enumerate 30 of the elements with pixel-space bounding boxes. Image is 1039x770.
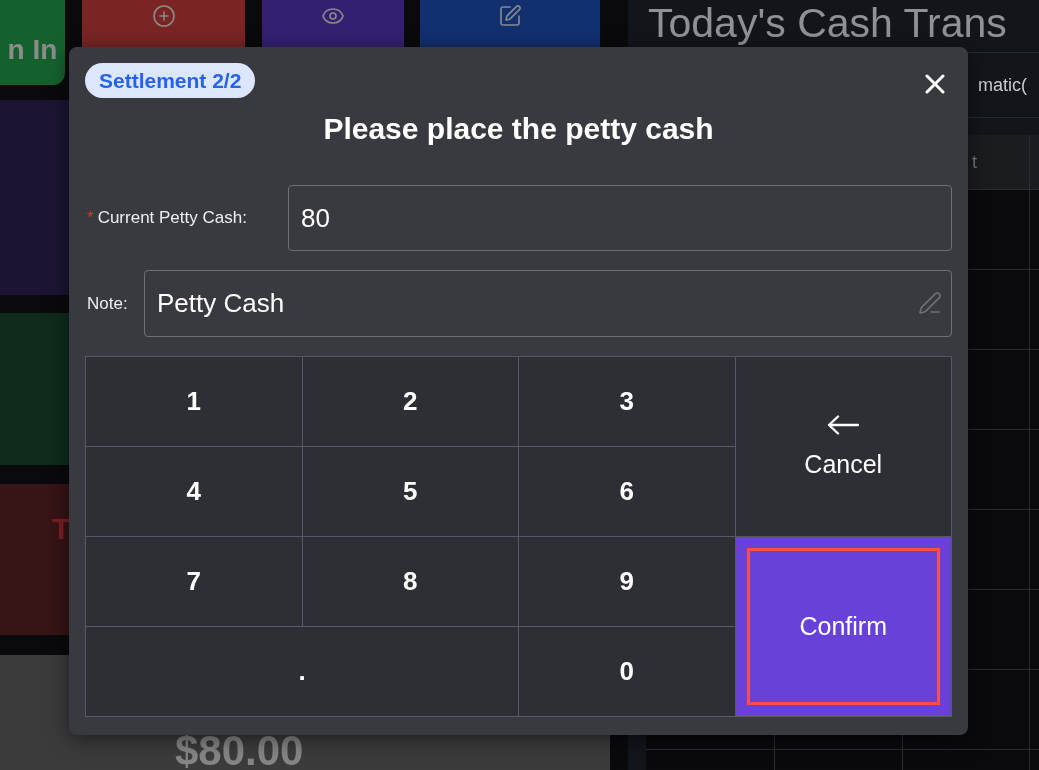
dialog-title: Please place the petty cash xyxy=(322,111,715,147)
keypad-key[interactable]: 0 xyxy=(519,627,735,716)
arrow-left-icon xyxy=(827,414,860,435)
input-field[interactable]: Petty Cash xyxy=(144,270,952,337)
step-badge: Settlement 2/2 xyxy=(85,63,256,98)
keypad-key[interactable]: 7 xyxy=(86,537,302,626)
keypad-key[interactable]: 1 xyxy=(86,357,302,446)
keypad-key[interactable]: 6 xyxy=(519,447,735,536)
pencil-icon[interactable] xyxy=(918,291,942,315)
keypad-key[interactable]: 2 xyxy=(302,357,518,446)
card-label: T xyxy=(52,512,71,546)
close-icon xyxy=(925,74,945,94)
keypad-key[interactable]: 3 xyxy=(519,357,735,446)
pencil-square-icon xyxy=(498,4,522,28)
table-header-cell-text: t xyxy=(972,150,977,174)
field-label: * Current Petty Cash: xyxy=(86,207,248,230)
filter-text: matic( xyxy=(978,73,1027,97)
plus-circle-icon xyxy=(151,4,176,28)
keypad-key[interactable]: 5 xyxy=(302,447,518,536)
input-field[interactable]: 80 xyxy=(288,185,952,251)
balance-amount: $80.00 xyxy=(175,733,304,769)
keypad-key[interactable]: . xyxy=(86,627,518,716)
panel-title: Today's Cash Trans xyxy=(647,0,1008,46)
field-label: Note: xyxy=(86,292,129,315)
keypad-key[interactable]: 8 xyxy=(302,537,518,626)
confirm-button[interactable]: Confirm xyxy=(735,537,951,716)
close-button[interactable] xyxy=(925,74,945,94)
keypad-key[interactable]: 4 xyxy=(86,447,302,536)
cancel-button[interactable]: Cancel xyxy=(735,357,951,536)
keypad-key[interactable]: 9 xyxy=(519,537,735,626)
